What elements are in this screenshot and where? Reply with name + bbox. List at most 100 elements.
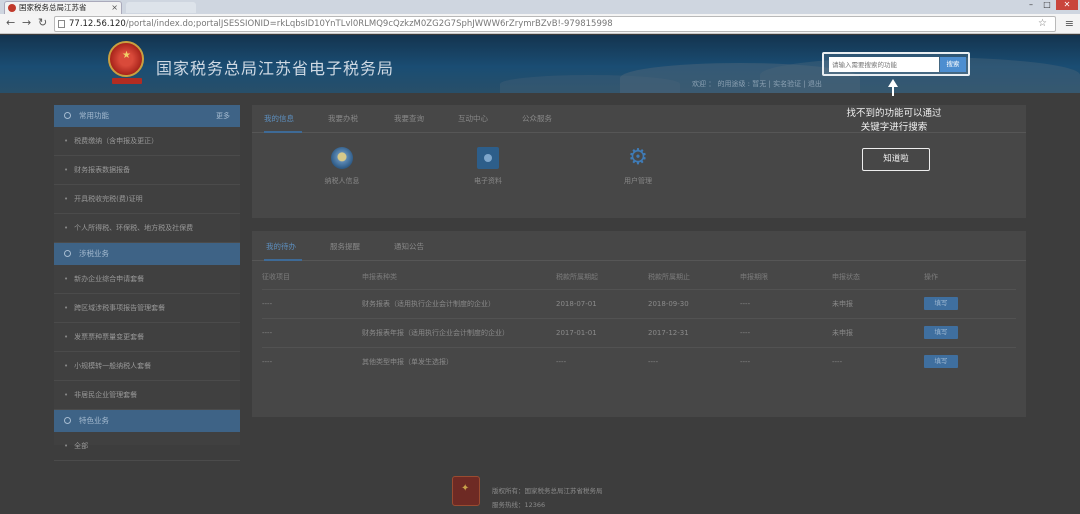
section-title: 特色业务	[79, 416, 109, 425]
table-cell: 未申报	[832, 317, 924, 347]
page-content: ★ 国家税务总局江苏省电子税务局 搜索 欢迎 ： 的用途级 : 暂无 | 实名验…	[0, 35, 1080, 514]
table-cell: 2018-07-01	[556, 288, 648, 318]
footer-copyright: 版权所有：国家税务总局江苏省税务局	[492, 487, 603, 495]
reload-icon[interactable]: ↻	[38, 17, 47, 29]
back-arrow-icon[interactable]: ←	[6, 17, 15, 29]
column-header: 征收项目	[262, 272, 290, 281]
browser-menu-icon[interactable]: ≡	[1065, 17, 1074, 30]
function-label: 电子资料	[474, 177, 502, 185]
sidebar-item[interactable]: 税费缴纳（含申报及更正）	[54, 127, 240, 156]
table-cell: ----	[740, 288, 832, 318]
sidebar-item[interactable]: 个人所得税、环保税、地方税及社保费	[54, 214, 240, 243]
footer-logo-icon	[452, 476, 480, 506]
footer-hotline: 服务热线：12366	[492, 501, 546, 509]
sidebar-section-special[interactable]: 特色业务	[54, 410, 240, 432]
fill-button[interactable]: 填写	[924, 326, 958, 339]
window-controls: – □ ✕	[1024, 0, 1078, 10]
search-highlight: 搜索	[822, 52, 970, 76]
sidebar: 常用功能 更多 税费缴纳（含申报及更正） 财务报表数据报备 开具税收完税(费)证…	[54, 105, 240, 461]
user-links[interactable]: 欢迎 ： 的用途级 : 暂无 | 实名验证 | 退出	[692, 79, 822, 89]
column-header: 申报状态	[832, 272, 860, 281]
site-header: ★ 国家税务总局江苏省电子税务局 搜索 欢迎 ： 的用途级 : 暂无 | 实名验…	[0, 35, 1080, 93]
got-it-button[interactable]: 知道啦	[862, 148, 930, 171]
maximize-button[interactable]: □	[1040, 0, 1054, 10]
table-cell: ----	[262, 288, 362, 318]
table-cell: ----	[648, 346, 740, 376]
url-host: 77.12.56.120	[69, 19, 126, 29]
table-cell: 2017-12-31	[648, 317, 740, 347]
tab-service-reminder[interactable]: 服务提醒	[330, 241, 360, 252]
table-cell: 未申报	[832, 288, 924, 318]
sidebar-item[interactable]: 跨区域涉税事项报告管理套餐	[54, 294, 240, 323]
table-cell: ----	[740, 317, 832, 347]
table-row: ---- 财务报表年报（适用执行企业会计制度的企业） 2017-01-01 20…	[262, 317, 1016, 347]
new-tab-button[interactable]	[126, 2, 196, 13]
address-bar[interactable]: 77.12.56.120/portal/index.do;portalJSESS…	[54, 16, 1056, 32]
more-link[interactable]: 更多	[216, 105, 230, 127]
emblem-ribbon	[112, 78, 142, 84]
hint-line: 关键字进行搜索	[860, 122, 928, 133]
hint-line: 找不到的功能可以通过	[846, 108, 942, 119]
guide-hint: 找不到的功能可以通过 关键字进行搜索	[832, 107, 956, 135]
sidebar-item[interactable]: 新办企业综合申请套餐	[54, 265, 240, 294]
table-cell: ----	[556, 346, 648, 376]
browser-tab[interactable]: 国家税务总局江苏省 ×	[4, 1, 122, 14]
star-icon	[64, 112, 71, 119]
active-tab-underline	[264, 259, 302, 261]
tab-public-service[interactable]: 公众服务	[522, 113, 552, 124]
tab-my-info[interactable]: 我的信息	[264, 113, 294, 124]
gear-icon: ⚙	[628, 145, 648, 170]
tab-notice[interactable]: 通知公告	[394, 241, 424, 252]
minimize-button[interactable]: –	[1024, 0, 1038, 10]
table-cell: ----	[832, 346, 924, 376]
tab-interaction[interactable]: 互动中心	[458, 113, 488, 124]
forward-arrow-icon[interactable]: →	[22, 17, 31, 29]
site-title: 国家税务总局江苏省电子税务局	[156, 59, 395, 78]
section-title: 常用功能	[79, 111, 109, 120]
todo-panel: 我的待办 服务提醒 通知公告 征收项目 申报表种类 税款所属期起 税款所属期止 …	[252, 231, 1026, 417]
section-title: 涉税业务	[79, 249, 109, 258]
tab-close-icon[interactable]: ×	[111, 2, 118, 14]
tax-emblem-icon: ★	[108, 41, 144, 77]
column-header: 申报期限	[740, 272, 768, 281]
url-path: /portal/index.do;portalJSESSIONID=rkLqbs…	[125, 19, 613, 29]
sidebar-item[interactable]: 全部	[54, 432, 240, 461]
search-input[interactable]	[829, 57, 939, 72]
function-user-management[interactable]: ⚙ 用户管理	[608, 147, 668, 186]
fill-button[interactable]: 填写	[924, 355, 958, 369]
action-cell: 填写	[924, 346, 1016, 376]
function-e-documents[interactable]: 电子资料	[458, 147, 518, 186]
footer-info: 版权所有：国家税务总局江苏省税务局 服务热线：12366	[492, 484, 603, 512]
sidebar-item[interactable]: 财务报表数据报备	[54, 156, 240, 185]
lightbulb-icon	[331, 147, 353, 169]
table-cell: 其他类型申报（单发生选报）	[362, 346, 556, 376]
search-button[interactable]: 搜索	[940, 57, 966, 72]
sidebar-item[interactable]: 开具税收完税(费)证明	[54, 185, 240, 214]
sidebar-section-tax[interactable]: 涉税业务	[54, 243, 240, 265]
todo-table: 征收项目 申报表种类 税款所属期起 税款所属期止 申报期限 申报状态 操作 --…	[262, 265, 1016, 376]
browser-toolbar: ← → ↻ 77.12.56.120/portal/index.do;porta…	[0, 14, 1080, 34]
sidebar-section-common[interactable]: 常用功能 更多	[54, 105, 240, 127]
function-taxpayer-info[interactable]: 纳税人信息	[312, 147, 372, 186]
function-label: 用户管理	[624, 177, 652, 185]
sidebar-item[interactable]: 发票票种票量变更套餐	[54, 323, 240, 352]
page-icon	[58, 20, 65, 28]
tab-my-todo[interactable]: 我的待办	[266, 241, 296, 252]
column-header: 操作	[924, 272, 938, 281]
close-window-button[interactable]: ✕	[1056, 0, 1078, 10]
sidebar-item[interactable]: 非居民企业管理套餐	[54, 381, 240, 410]
tab-query[interactable]: 我要查询	[394, 113, 424, 124]
folder-icon	[477, 147, 499, 169]
favicon-icon	[8, 4, 16, 12]
todo-tabs: 我的待办 服务提醒 通知公告	[252, 231, 1026, 261]
table-cell: ----	[262, 346, 362, 376]
fill-button[interactable]: 填写	[924, 297, 958, 310]
table-cell: 2018-09-30	[648, 288, 740, 318]
sidebar-item[interactable]: 小规模转一般纳税人套餐	[54, 352, 240, 381]
column-header: 税款所属期起	[556, 272, 598, 281]
table-cell: 财务报表年报（适用执行企业会计制度的企业）	[362, 317, 556, 347]
table-row: ---- 财务报表（适用执行企业会计制度的企业） 2018-07-01 2018…	[262, 288, 1016, 318]
bookmark-star-icon[interactable]: ☆	[1038, 17, 1047, 31]
tab-do-tax[interactable]: 我要办税	[328, 113, 358, 124]
table-cell: ----	[740, 346, 832, 376]
